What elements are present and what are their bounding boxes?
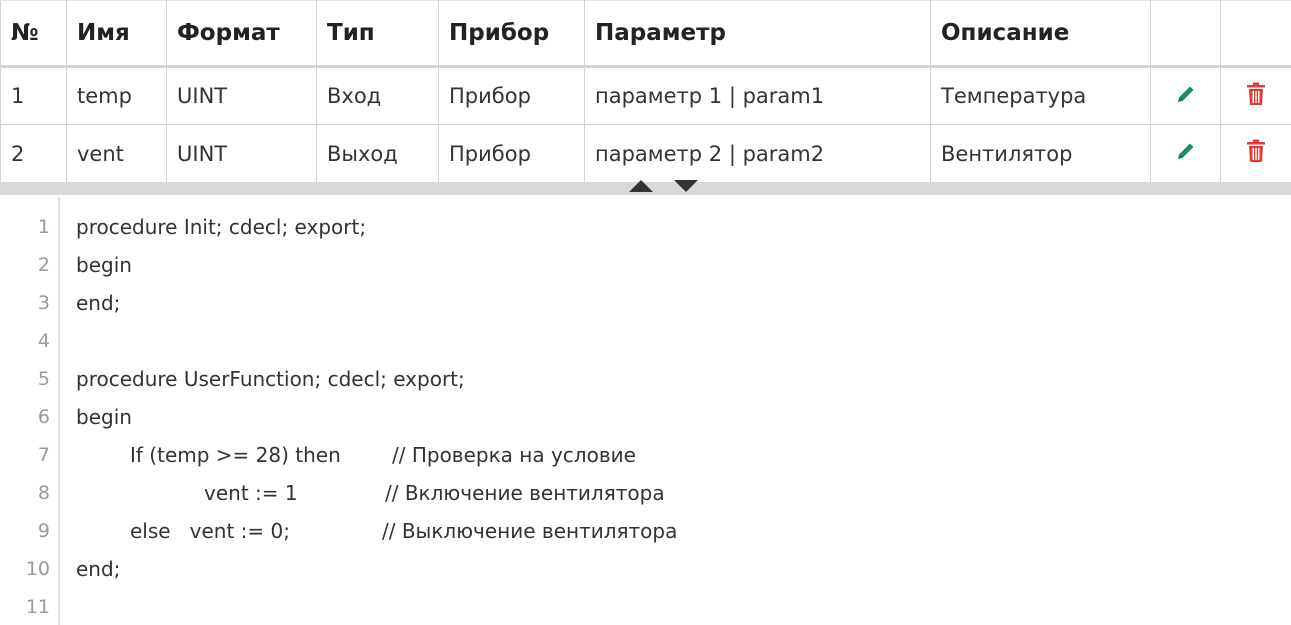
triangle-up-icon[interactable] xyxy=(629,177,653,196)
header-device: Прибор xyxy=(438,0,585,68)
cell-name: temp xyxy=(66,66,167,125)
code-comment: // Проверка на условие xyxy=(392,443,636,467)
pencil-icon[interactable] xyxy=(1175,83,1197,110)
code-editor[interactable]: 1 2 3 4 5 6 7 8 9 10 11 procedure Init; … xyxy=(0,197,1291,625)
line-number-gutter: 1 2 3 4 5 6 7 8 9 10 11 xyxy=(0,197,60,625)
cell-parameter: параметр 2 | param2 xyxy=(584,124,931,183)
pane-splitter[interactable] xyxy=(0,180,1291,195)
line-number: 9 xyxy=(37,520,50,542)
code-line: end; xyxy=(76,557,121,581)
line-number: 4 xyxy=(37,330,50,352)
cell-type: Вход xyxy=(316,66,439,125)
table-header-row: № Имя Формат Тип Прибор Параметр Описани… xyxy=(0,0,1291,68)
header-delete xyxy=(1220,0,1291,68)
header-description: Описание xyxy=(930,0,1151,68)
header-format: Формат xyxy=(166,0,317,68)
pencil-icon[interactable] xyxy=(1175,140,1197,167)
line-number: 7 xyxy=(37,444,50,466)
line-number: 8 xyxy=(37,482,50,504)
code-line: else vent := 0; xyxy=(130,519,290,543)
code-line: vent := 1 xyxy=(204,481,298,505)
code-line: procedure UserFunction; cdecl; export; xyxy=(76,367,465,391)
edit-cell xyxy=(1150,66,1221,125)
cell-name: vent xyxy=(66,124,167,183)
cell-parameter: параметр 1 | param1 xyxy=(584,66,931,125)
header-edit xyxy=(1150,0,1221,68)
code-line: procedure Init; cdecl; export; xyxy=(76,215,367,239)
header-type: Тип xyxy=(316,0,439,68)
cell-format: UINT xyxy=(166,124,317,183)
line-number: 6 xyxy=(37,406,50,428)
delete-cell xyxy=(1220,66,1291,125)
line-number: 1 xyxy=(37,216,50,238)
cell-number: 1 xyxy=(0,66,67,125)
code-line: begin xyxy=(76,405,132,429)
code-line: end; xyxy=(76,291,121,315)
header-name: Имя xyxy=(66,0,167,68)
cell-description: Температура xyxy=(930,66,1151,125)
code-line: begin xyxy=(76,253,132,277)
header-parameter: Параметр xyxy=(584,0,931,68)
cell-type: Выход xyxy=(316,124,439,183)
code-line: If (temp >= 28) then xyxy=(130,443,341,467)
line-number: 2 xyxy=(37,254,50,276)
code-comment: // Включение вентилятора xyxy=(385,481,665,505)
line-number: 5 xyxy=(37,368,50,390)
cell-format: UINT xyxy=(166,66,317,125)
cell-number: 2 xyxy=(0,124,67,183)
cell-device: Прибор xyxy=(438,66,585,125)
table-row[interactable]: 1 temp UINT Вход Прибор параметр 1 | par… xyxy=(0,66,1291,125)
cell-device: Прибор xyxy=(438,124,585,183)
table-row[interactable]: 2 vent UINT Выход Прибор параметр 2 | pa… xyxy=(0,124,1291,183)
triangle-down-icon[interactable] xyxy=(674,177,698,196)
trash-icon[interactable] xyxy=(1246,82,1266,111)
code-comment: // Выключение вентилятора xyxy=(382,519,678,543)
edit-cell xyxy=(1150,124,1221,183)
delete-cell xyxy=(1220,124,1291,183)
variables-table-container: № Имя Формат Тип Прибор Параметр Описани… xyxy=(0,0,1291,183)
line-number: 10 xyxy=(25,558,50,580)
line-number: 11 xyxy=(25,596,50,618)
cell-description: Вентилятор xyxy=(930,124,1151,183)
trash-icon[interactable] xyxy=(1246,139,1266,168)
header-number: № xyxy=(0,0,67,68)
variables-table: № Имя Формат Тип Прибор Параметр Описани… xyxy=(0,0,1291,183)
line-number: 3 xyxy=(37,292,50,314)
